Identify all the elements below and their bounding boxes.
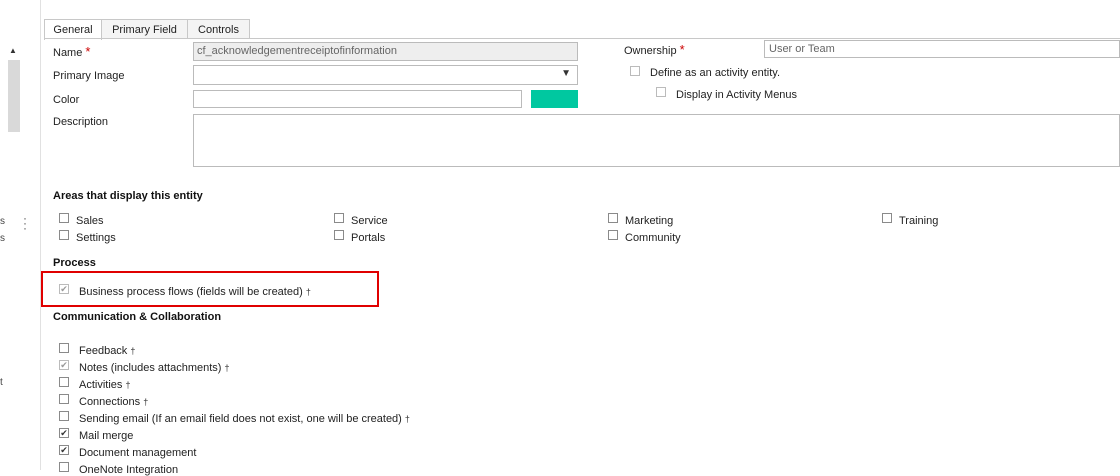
description-label: Description <box>53 116 109 128</box>
areas-section-title: Areas that display this entity <box>53 190 203 202</box>
tabs-underline <box>44 38 1120 39</box>
communication-checkbox[interactable]: ✔ <box>59 428 69 438</box>
area-checkbox-portals[interactable] <box>334 230 344 240</box>
display-activity-checkbox[interactable] <box>656 87 666 97</box>
ownership-label: Ownership * <box>624 42 685 57</box>
primary-image-select[interactable]: ▼ <box>193 65 578 85</box>
communication-label: Activities † <box>79 379 131 391</box>
area-checkbox-settings[interactable] <box>59 230 69 240</box>
communication-label: Connections † <box>79 396 149 408</box>
communication-checkbox[interactable]: ✔ <box>59 445 69 455</box>
dagger-marker: † <box>125 380 131 390</box>
define-activity-checkbox[interactable] <box>630 66 640 76</box>
name-label: Name * <box>53 44 91 59</box>
color-label: Color <box>53 94 80 106</box>
communication-label: Mail merge <box>79 430 134 442</box>
area-label-settings: Settings <box>76 232 116 244</box>
area-checkbox-service[interactable] <box>334 213 344 223</box>
scroll-up-icon[interactable]: ▲ <box>9 46 17 55</box>
area-checkbox-sales[interactable] <box>59 213 69 223</box>
scrollbar-thumb[interactable] <box>8 60 20 132</box>
process-section-title: Process <box>53 257 96 269</box>
communication-checkbox[interactable] <box>59 411 69 421</box>
tab-controls[interactable]: Controls <box>187 19 250 39</box>
name-input[interactable]: cf_acknowledgementreceiptofinformation <box>193 42 578 61</box>
panel-divider <box>40 0 41 470</box>
area-checkbox-training[interactable] <box>882 213 892 223</box>
tab-label: Primary Field <box>112 23 177 36</box>
area-label-portals: Portals <box>351 232 386 244</box>
dagger-marker: † <box>143 397 149 407</box>
area-label-community: Community <box>625 232 681 244</box>
communication-checkbox[interactable]: ✔ <box>59 360 69 370</box>
tab-label: General <box>53 24 93 36</box>
communication-label: Notes (includes attachments) † <box>79 362 230 374</box>
communication-checkbox[interactable] <box>59 394 69 404</box>
primary-image-label: Primary Image <box>53 70 125 82</box>
tab-primary-field[interactable]: Primary Field <box>101 19 188 39</box>
color-input[interactable] <box>193 90 522 108</box>
communication-label: Feedback † <box>79 345 136 357</box>
ownership-input[interactable]: User or Team <box>764 40 1120 58</box>
left-fragment: t <box>0 377 3 388</box>
color-swatch[interactable] <box>531 90 578 108</box>
communication-label: Document management <box>79 447 197 459</box>
description-textarea[interactable] <box>193 114 1120 167</box>
required-marker: * <box>679 42 685 57</box>
communication-checkbox[interactable] <box>59 343 69 353</box>
area-label-marketing: Marketing <box>625 215 674 227</box>
left-fragment: s <box>0 216 5 227</box>
communication-label: Sending email (If an email field does no… <box>79 413 410 425</box>
communication-label: OneNote Integration <box>79 464 179 476</box>
highlight-box <box>41 271 379 307</box>
area-checkbox-community[interactable] <box>608 230 618 240</box>
dagger-marker: † <box>224 363 230 373</box>
tab-label: Controls <box>198 23 239 36</box>
area-label-sales: Sales <box>76 215 104 227</box>
chevron-down-icon: ▼ <box>561 68 571 79</box>
area-label-service: Service <box>351 215 388 227</box>
area-label-training: Training <box>899 215 939 227</box>
required-marker: * <box>85 44 91 59</box>
communication-section-title: Communication & Collaboration <box>53 311 222 323</box>
communication-checkbox[interactable] <box>59 377 69 387</box>
define-activity-text: Define as an activity entity. <box>650 67 781 79</box>
dagger-marker: † <box>404 414 410 424</box>
tab-general[interactable]: General <box>44 19 102 40</box>
area-checkbox-marketing[interactable] <box>608 213 618 223</box>
more-options-icon[interactable]: · · · <box>23 212 27 234</box>
dagger-marker: † <box>130 346 136 356</box>
display-activity-text: Display in Activity Menus <box>676 89 798 101</box>
communication-checkbox[interactable] <box>59 462 69 472</box>
left-fragment: s <box>0 233 5 244</box>
